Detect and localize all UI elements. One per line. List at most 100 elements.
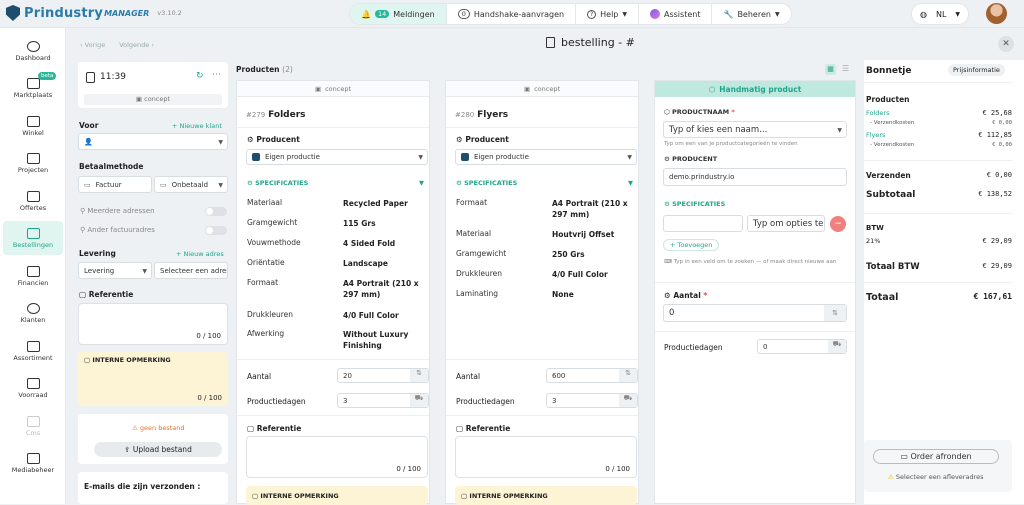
receipt-line-name[interactable]: Flyers <box>866 131 885 139</box>
new-address-link[interactable]: + Nieuw adres <box>176 250 224 258</box>
sidebar-item-mediabeheer[interactable]: Mediabeheer <box>3 446 63 480</box>
prev-button[interactable]: ‹ Vorige <box>80 41 105 49</box>
production-days-input[interactable]: 3 ⛟ <box>546 393 638 408</box>
other-invoice-toggle[interactable] <box>205 226 227 235</box>
quantity-input[interactable]: 600 ⇅ <box>546 368 638 383</box>
payment-method-select[interactable]: ▭ Factuur <box>78 176 152 193</box>
stepper-icon[interactable]: ⇅ <box>824 305 846 321</box>
close-button[interactable]: ✕ <box>998 36 1014 52</box>
more-icon[interactable]: ⋯ <box>212 70 221 80</box>
specs-label[interactable]: ⚙ SPECIFICATIES <box>247 179 308 187</box>
handshake-button[interactable]: 0 Handshake-aanvragen <box>447 4 577 24</box>
producer-value: Eigen productie <box>265 153 320 161</box>
subtotal-label: Subtotaal <box>866 190 916 200</box>
multi-address-toggle[interactable] <box>205 207 227 216</box>
quantity-value: 600 <box>552 371 566 380</box>
sidebar-item-voorraad[interactable]: Voorraad <box>3 371 63 405</box>
client-select[interactable]: 👤 ▼ <box>78 133 228 150</box>
quantity-input[interactable]: 0 ⇅ <box>663 304 847 322</box>
upload-button[interactable]: ⇪ Upload bestand <box>94 442 222 457</box>
reference-textarea[interactable]: 0 / 100 <box>455 436 637 478</box>
grid-view-icon[interactable]: ▦ <box>825 64 836 75</box>
sidebar-item-label: Dashboard <box>15 53 51 62</box>
app-logo[interactable]: Prindustry MANAGER v3.10.2 <box>6 5 182 21</box>
new-client-link[interactable]: + Nieuwe klant <box>172 122 222 130</box>
production-days-label: Productiedagen <box>664 343 723 352</box>
payment-status-select[interactable]: ▭ Onbetaald ▼ <box>154 176 228 193</box>
product-card-flyers: ▣ concept #280 Flyers ⚙ Producent Eigen … <box>445 80 639 505</box>
stepper-icon[interactable]: ⇅ <box>410 369 428 382</box>
notifications-button[interactable]: 🔔 14 Meldingen <box>350 4 447 24</box>
spec-options-input[interactable]: Typ om opties te zoeken <box>747 215 825 232</box>
btw-rate: 21% <box>866 237 881 245</box>
chevron-down-icon: ▼ <box>955 10 960 18</box>
avatar[interactable] <box>986 3 1007 24</box>
reference-counter: 0 / 100 <box>605 465 630 473</box>
total-label: Totaal <box>866 292 899 303</box>
app-name: Prindustry <box>24 5 104 21</box>
sidebar-item-projecten[interactable]: Projecten <box>3 146 63 180</box>
spec-value: Without Luxury Finishing <box>343 330 409 350</box>
remove-spec-button[interactable]: − <box>830 216 846 232</box>
reference-textarea[interactable]: 0 / 100 <box>246 436 428 478</box>
sidebar-item-bestellingen[interactable]: Bestellingen <box>3 221 63 255</box>
specs-label[interactable]: ⚙ SPECIFICATIES <box>456 179 517 187</box>
sidebar-item-cms[interactable]: Cms <box>3 409 63 443</box>
chevron-down-icon: ▼ <box>774 10 780 18</box>
quantity-input[interactable]: 20 ⇅ <box>337 368 429 383</box>
reference-textarea[interactable]: 0 / 100 <box>78 303 228 345</box>
internal-note[interactable]: ▢ INTERNE OPMERKING <box>246 486 428 505</box>
chevron-down-icon[interactable]: ▼ <box>419 179 424 187</box>
internal-note-text: INTERNE OPMERKING <box>469 492 548 500</box>
producer-select[interactable]: Eigen productie ▼ <box>455 149 637 165</box>
production-days-input[interactable]: 3 ⛟ <box>337 393 429 408</box>
sidebar-item-klanten[interactable]: Klanten <box>3 296 63 330</box>
page-title: bestelling - # <box>546 36 635 49</box>
internal-note-text: INTERNE OPMERKING <box>92 356 171 364</box>
truck-icon[interactable]: ⛟ <box>619 394 637 407</box>
sidebar-item-winkel[interactable]: Winkel <box>3 109 63 143</box>
help-button[interactable]: ? Help ▼ <box>576 4 639 24</box>
sidebar-item-label: Klanten <box>20 315 46 324</box>
producer-select[interactable]: Eigen productie ▼ <box>246 149 428 165</box>
specs-hint-text: Typ in een veld om te zoeken — of maak d… <box>673 259 837 265</box>
receipt-subline: - Verzendkosten € 0,00 <box>870 120 1012 126</box>
producer-field[interactable]: demo.prindustry.io <box>663 168 847 186</box>
spec-key-input[interactable] <box>663 215 743 232</box>
refresh-icon[interactable]: ↻ <box>196 71 204 81</box>
manage-button[interactable]: 🔧 Beheren ▼ <box>712 4 790 24</box>
internal-note[interactable]: ▢ INTERNE OPMERKING <box>455 486 637 505</box>
product-name-input[interactable]: Typ of kies een naam... ▼ <box>663 121 847 138</box>
sidebar-item-assortiment[interactable]: Assortiment <box>3 334 63 368</box>
production-days-input[interactable]: 0 ⛟ <box>757 339 847 354</box>
sidebar-item-dashboard[interactable]: Dashboard <box>3 34 63 68</box>
order-time: 11:39 <box>100 72 126 82</box>
add-spec-button[interactable]: + Toevoegen <box>663 239 720 251</box>
stepper-icon[interactable]: ⇅ <box>619 369 637 382</box>
internal-note-label: ▢ INTERNE OPMERKING <box>461 492 548 500</box>
sidebar-item-financien[interactable]: Financien <box>3 259 63 293</box>
chevron-down-icon[interactable]: ▼ <box>628 179 633 187</box>
finish-order-button[interactable]: ▭ Order afronden <box>873 449 999 464</box>
products-count: (2) <box>282 65 293 74</box>
spec-key: Gramgewicht <box>456 249 507 258</box>
emails-card: E-mails die zijn verzonden : <box>78 472 228 504</box>
truck-icon[interactable]: ⛟ <box>410 394 428 407</box>
projects-icon <box>26 152 40 164</box>
truck-icon[interactable]: ⛟ <box>828 340 846 353</box>
spec-value: 4/0 Full Color <box>552 270 608 279</box>
internal-note[interactable]: ▢ INTERNE OPMERKING 0 / 100 <box>78 352 228 406</box>
price-info-button[interactable]: Prijsinformatie <box>948 64 1005 76</box>
product-name: Flyers <box>477 110 509 120</box>
producer-label-text: PRODUCENT <box>672 155 718 163</box>
delivery-type-select[interactable]: Levering ▼ <box>78 262 152 279</box>
marketplace-icon <box>26 77 40 89</box>
language-select[interactable]: ◍ NL ▼ <box>912 4 968 24</box>
receipt-line-name[interactable]: Folders <box>866 109 889 117</box>
sidebar-item-label: Bestellingen <box>12 240 54 249</box>
sidebar-item-offertes[interactable]: Offertes <box>3 184 63 218</box>
assistant-button[interactable]: Assistent <box>639 4 713 24</box>
address-select[interactable]: Selecteer een adres <box>154 262 228 279</box>
list-view-icon[interactable]: ☰ <box>842 64 849 73</box>
next-button[interactable]: Volgende › <box>119 41 154 49</box>
